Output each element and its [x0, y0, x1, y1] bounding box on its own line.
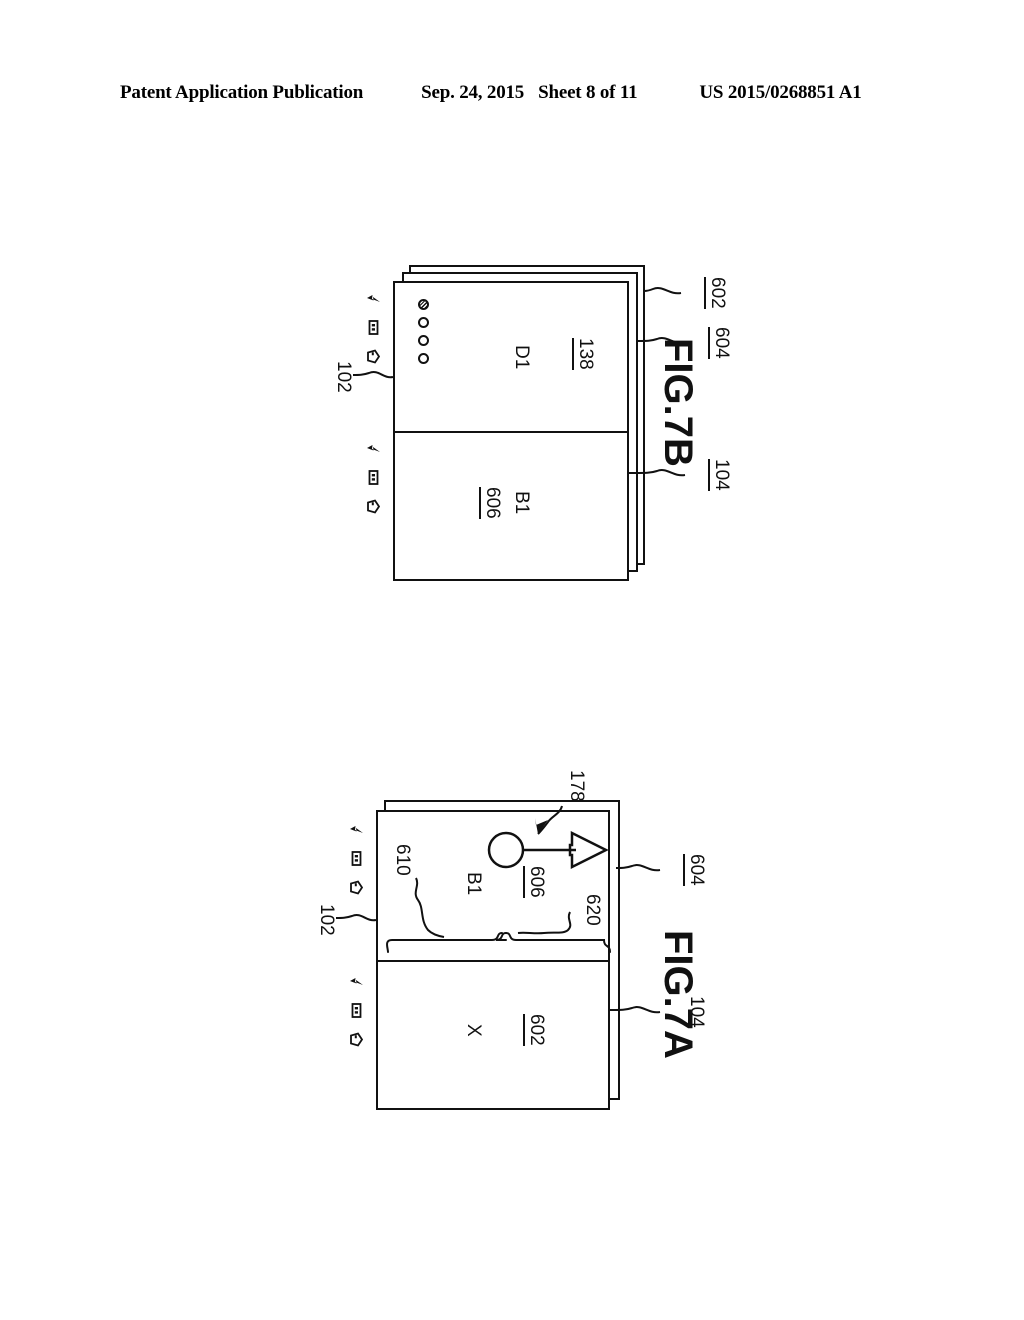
home-icon[interactable] — [350, 851, 363, 866]
fig7a-right-pane-ref: 602 — [523, 1014, 547, 1046]
figure-7b-caption: FIG.7B — [656, 338, 700, 467]
fig7a-ref-102: 102 — [316, 904, 337, 936]
fig7b-left-nav-bar[interactable] — [366, 293, 381, 364]
home-icon[interactable] — [367, 470, 380, 485]
page-dot-active-icon[interactable] — [418, 299, 429, 310]
fig7a-left-nav-bar[interactable] — [349, 824, 364, 895]
fig7a-ref-604: 604 — [683, 854, 707, 886]
recents-icon[interactable] — [367, 349, 381, 364]
fig7a-ref-610: 610 — [392, 844, 413, 876]
back-icon[interactable] — [366, 443, 381, 456]
fig7a-left-pane-ref: 606 — [523, 866, 547, 898]
page-header: Patent Application Publication Sep. 24, … — [120, 82, 910, 104]
recents-icon[interactable] — [350, 1032, 364, 1047]
fig7b-device-display-104: 138 D1 B1 606 — [393, 281, 629, 581]
fig7b-right-pane-ref: 606 — [479, 487, 503, 519]
recents-icon[interactable] — [367, 499, 381, 514]
fig7a-right-nav-bar[interactable] — [349, 976, 364, 1047]
page-dot-icon[interactable] — [418, 353, 429, 364]
fig7b-ref-104: 104 — [708, 459, 732, 491]
header-sheet: Sheet 8 of 11 — [538, 82, 638, 103]
figure-7a: 606 B1 602 X 604 104 620 610 178 102 — [298, 770, 707, 1150]
fig7a-ref-178: 178 — [566, 770, 587, 802]
fig7b-left-pane-content: D1 — [511, 345, 532, 370]
home-icon[interactable] — [367, 320, 380, 335]
fig7a-left-pane-content: B1 — [463, 872, 484, 896]
figure-7b-stage: 138 D1 B1 606 602 604 104 102 — [315, 265, 732, 615]
fig7b-ref-102: 102 — [333, 361, 354, 393]
figure-7a-stage: 606 B1 602 X 604 104 620 610 178 102 — [298, 770, 707, 1150]
back-icon[interactable] — [366, 293, 381, 306]
recents-icon[interactable] — [350, 880, 364, 895]
fig7a-left-pane[interactable]: 606 B1 — [378, 812, 608, 960]
back-icon[interactable] — [349, 976, 364, 989]
fig7b-left-pane-ref: 138 — [572, 338, 596, 370]
figure-7b: 138 D1 B1 606 602 604 104 102 — [315, 265, 732, 615]
back-icon[interactable] — [349, 824, 364, 837]
header-publication: Patent Application Publication — [120, 82, 364, 103]
fig7b-right-nav-bar[interactable] — [366, 443, 381, 514]
header-date: Sep. 24, 2015 — [421, 82, 525, 103]
fig7a-ref-620: 620 — [582, 894, 603, 926]
figure-7a-caption: FIG.7A — [656, 930, 700, 1059]
fig7b-ref-602: 602 — [704, 277, 728, 309]
home-icon[interactable] — [350, 1003, 363, 1018]
fig7b-right-pane[interactable]: B1 606 — [395, 433, 627, 579]
fig7b-right-pane-content: B1 — [511, 491, 532, 515]
fig7b-ref-604: 604 — [708, 327, 732, 359]
fig7b-left-pane[interactable]: 138 D1 — [395, 283, 627, 431]
header-patent-number: US 2015/0268851 A1 — [699, 82, 862, 103]
fig7b-page-dots[interactable] — [418, 299, 429, 364]
page-dot-icon[interactable] — [418, 335, 429, 346]
page-dot-icon[interactable] — [418, 317, 429, 328]
fig7a-right-pane[interactable]: 602 X — [378, 962, 608, 1108]
fig7a-right-pane-content: X — [463, 1024, 484, 1037]
